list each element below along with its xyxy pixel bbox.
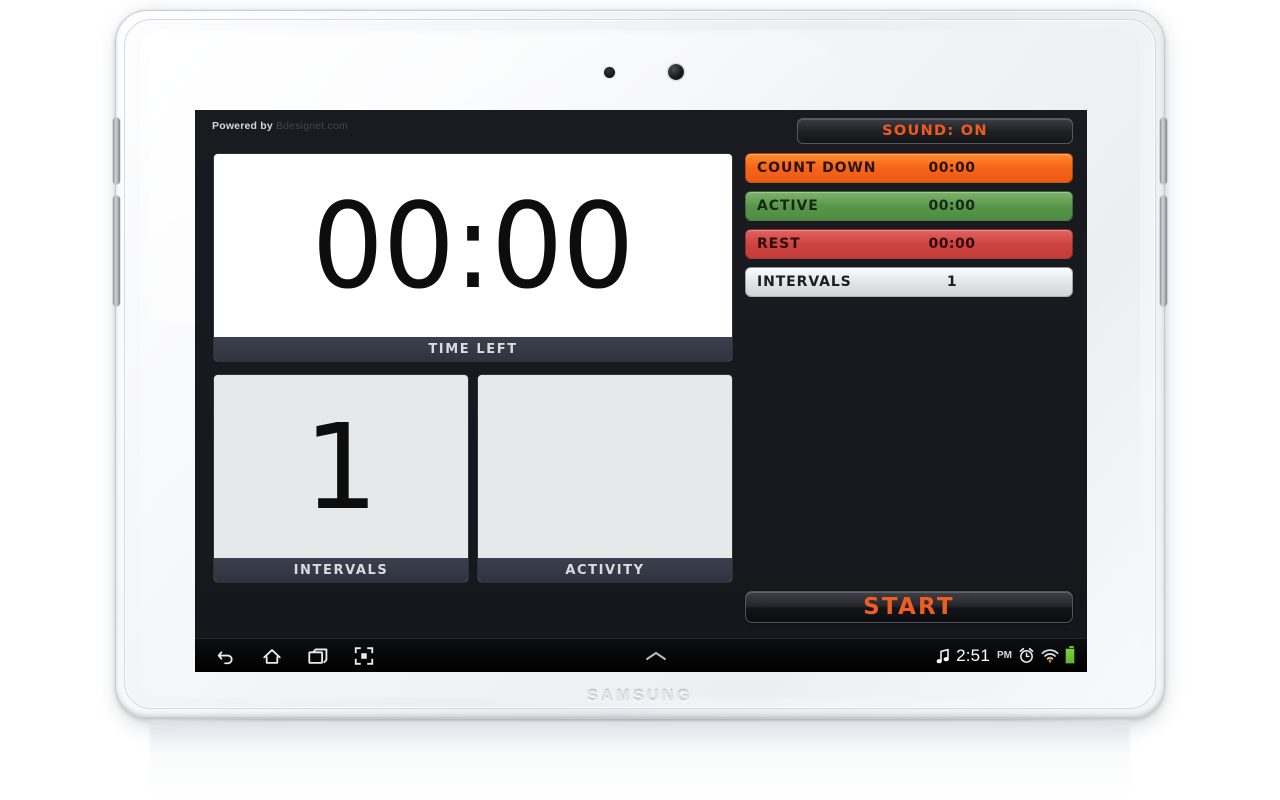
controls-column: SOUND: ON COUNT DOWN 00:00 ACTIVE 00:00 … [745, 118, 1073, 623]
proximity-sensor-icon [604, 67, 615, 78]
music-note-icon [936, 648, 949, 663]
wifi-icon [1041, 648, 1059, 663]
recents-icon[interactable] [307, 645, 329, 667]
status-icons: 2:51 PM [936, 645, 1087, 666]
alarm-clock-icon [1019, 647, 1034, 663]
camera-lens-icon [668, 64, 684, 80]
intervals-panel[interactable]: 1 INTERVALS [213, 374, 469, 583]
stat-row-count-down[interactable]: COUNT DOWN 00:00 [745, 153, 1073, 183]
status-ampm: PM [997, 650, 1012, 661]
stat-rows: COUNT DOWN 00:00 ACTIVE 00:00 REST 00:00… [745, 153, 1073, 297]
time-left-face: 00:00 [214, 154, 732, 337]
nav-buttons [195, 645, 375, 667]
screenshot-icon[interactable] [353, 645, 375, 667]
time-left-caption: TIME LEFT [214, 337, 732, 361]
tablet-screen: Powered by Bdesignet.com 00:00 TIME LEFT … [195, 110, 1087, 672]
start-button[interactable]: START [745, 591, 1073, 623]
stat-label-active: ACTIVE [757, 198, 819, 214]
powered-by-prefix: Powered by [212, 120, 273, 132]
sound-toggle-button[interactable]: SOUND: ON [797, 118, 1073, 144]
activity-panel[interactable]: ACTIVITY [477, 374, 733, 583]
samsung-logo: SAMSUNG [587, 688, 693, 705]
display-column: 00:00 TIME LEFT 1 INTERVALS ACTIVITY [213, 153, 733, 583]
back-icon[interactable] [215, 645, 237, 667]
secondary-panels: 1 INTERVALS ACTIVITY [213, 374, 733, 583]
time-left-card[interactable]: 00:00 TIME LEFT [213, 153, 733, 362]
tablet-surface-reflection [150, 720, 1130, 798]
android-navigation-bar: 2:51 PM [195, 638, 1087, 672]
home-icon[interactable] [261, 645, 283, 667]
interval-timer-app: Powered by Bdesignet.com 00:00 TIME LEFT … [195, 110, 1087, 638]
power-button-left[interactable] [113, 196, 120, 306]
stat-row-intervals[interactable]: INTERVALS 1 [745, 267, 1073, 297]
intervals-panel-value: 1 [303, 397, 379, 536]
nav-center [375, 649, 936, 663]
stat-label-intervals: INTERVALS [757, 274, 852, 290]
stat-label-count-down: COUNT DOWN [757, 160, 877, 176]
intervals-panel-face: 1 [214, 375, 468, 558]
activity-panel-caption: ACTIVITY [478, 558, 732, 582]
battery-full-icon [1065, 645, 1075, 664]
stat-label-rest: REST [757, 236, 801, 252]
side-button-right-lower[interactable] [1160, 196, 1167, 306]
powered-by-credit: Powered by Bdesignet.com [212, 120, 348, 132]
activity-panel-face [478, 375, 732, 558]
stat-row-active[interactable]: ACTIVE 00:00 [745, 191, 1073, 221]
stat-row-rest[interactable]: REST 00:00 [745, 229, 1073, 259]
intervals-panel-caption: INTERVALS [214, 558, 468, 582]
volume-button-left[interactable] [113, 118, 120, 184]
time-left-value: 00:00 [312, 176, 635, 315]
side-button-right-upper[interactable] [1160, 118, 1167, 184]
chevron-up-icon[interactable] [643, 649, 669, 663]
screenshot-root: SAMSUNG Powered by Bdesignet.com 00:00 TI… [0, 0, 1280, 800]
powered-by-site: Bdesignet.com [275, 120, 348, 132]
status-clock: 2:51 [956, 645, 990, 665]
